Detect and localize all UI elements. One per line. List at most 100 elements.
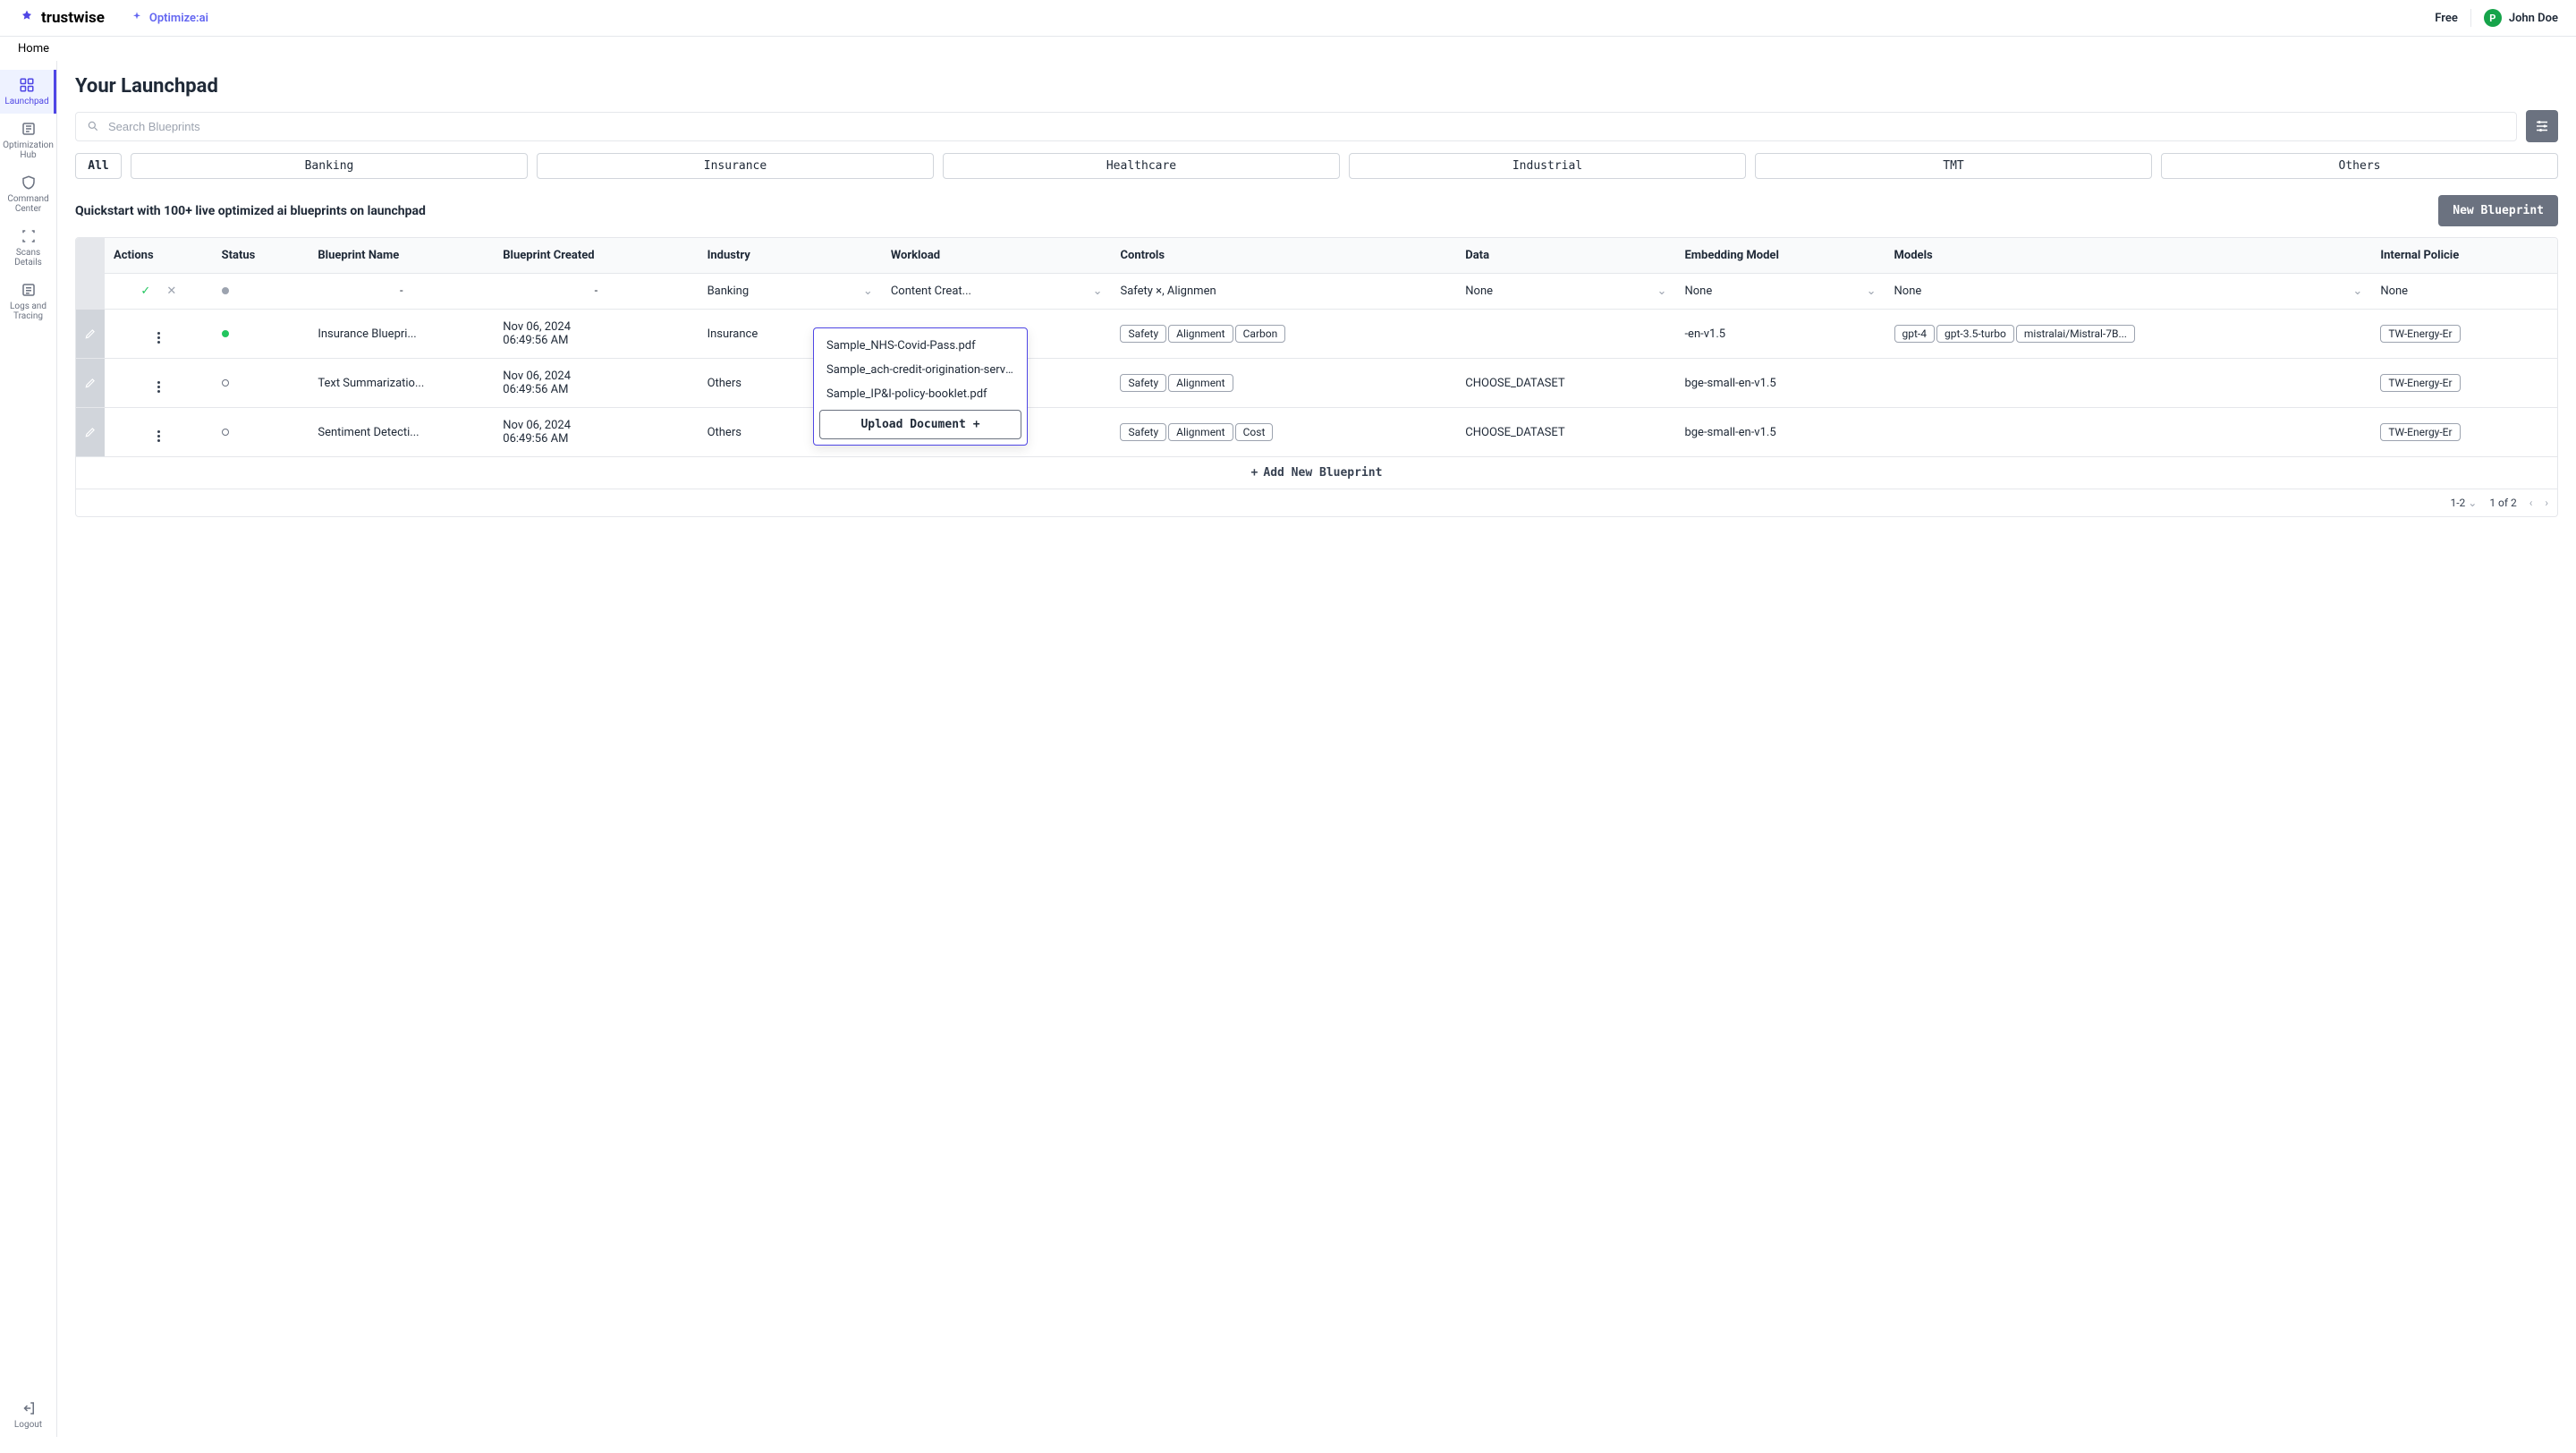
status-cell (213, 310, 309, 359)
data-cell[interactable]: None⌄ (1456, 274, 1675, 310)
actions-cell[interactable] (105, 310, 213, 359)
user-menu[interactable]: P John Doe (2484, 9, 2558, 27)
name-cell: Insurance Bluepri... (309, 310, 494, 359)
confirm-icon[interactable]: ✓ (140, 285, 150, 298)
breadcrumb-home[interactable]: Home (18, 42, 49, 55)
col-models: Models (1885, 238, 2372, 274)
tab-insurance[interactable]: Insurance (537, 153, 934, 179)
search-input[interactable] (108, 120, 2505, 133)
tab-healthcare[interactable]: Healthcare (943, 153, 1340, 179)
status-ring (222, 379, 229, 387)
quickstart-title: Quickstart with 100+ live optimized ai b… (75, 204, 426, 218)
sidebar-item-command-center[interactable]: Command Center (0, 167, 56, 221)
topbar-right: Free P John Doe (2435, 9, 2558, 27)
status-dot-green (222, 330, 229, 337)
chevron-down-icon: ⌄ (2468, 497, 2477, 509)
sidebar-item-label: Optimization Hub (3, 140, 54, 160)
created-cell: - (494, 274, 698, 310)
chevron-down-icon: ⌄ (1093, 285, 1103, 298)
chevron-down-icon: ⌄ (1657, 285, 1667, 298)
controls-cell[interactable]: Safety ×, Alignmen (1111, 274, 1456, 310)
scan-icon (21, 228, 37, 244)
table-scroll[interactable]: Actions Status Blueprint Name Blueprint … (76, 238, 2557, 489)
tab-all[interactable]: All (75, 153, 122, 179)
sparkle-icon (130, 11, 144, 25)
policies-cell: TW-Energy-Er (2371, 310, 2557, 359)
actions-cell[interactable] (105, 408, 213, 457)
add-blueprint-row[interactable]: +Add New Blueprint (76, 457, 2557, 489)
actions-cell[interactable] (105, 359, 213, 408)
page-next-button[interactable]: › (2545, 497, 2548, 509)
workload-cell[interactable]: Content Creat...⌄ (882, 274, 1112, 310)
breadcrumb: Home (0, 37, 2576, 61)
dropdown-item[interactable]: Sample_IP&I-policy-booklet.pdf (819, 382, 1021, 406)
table-wrap: Actions Status Blueprint Name Blueprint … (75, 237, 2558, 517)
page-prev-button[interactable]: ‹ (2529, 497, 2533, 509)
brand-logo[interactable]: trustwise (18, 9, 105, 27)
created-cell: Nov 06, 202406:49:56 AM (494, 359, 698, 408)
row-handle (76, 274, 105, 310)
category-tabs: All Banking Insurance Healthcare Industr… (75, 153, 2558, 179)
data-cell (1456, 310, 1675, 359)
col-data: Data (1456, 238, 1675, 274)
cancel-icon[interactable]: ✕ (166, 285, 176, 298)
sidebar-item-logout[interactable]: Logout (0, 1393, 56, 1437)
optimize-ai-link[interactable]: Optimize:ai (130, 11, 208, 25)
avatar: P (2484, 9, 2502, 27)
topbar-left: trustwise Optimize:ai (18, 9, 208, 27)
embedding-cell[interactable]: None⌄ (1675, 274, 1885, 310)
more-icon (157, 381, 160, 393)
dropdown-item[interactable]: Sample_NHS-Covid-Pass.pdf (819, 334, 1021, 358)
launchpad-icon (19, 77, 35, 93)
plan-badge: Free (2435, 12, 2458, 25)
tab-banking[interactable]: Banking (131, 153, 528, 179)
models-cell[interactable]: None⌄ (1885, 274, 2372, 310)
col-embedding: Embedding Model (1675, 238, 1885, 274)
dropdown-item[interactable]: Sample_ach-credit-origination-services.p… (819, 358, 1021, 382)
pencil-icon (84, 377, 97, 389)
search-row (75, 110, 2558, 142)
industry-cell[interactable]: Banking⌄ (699, 274, 882, 310)
sidebar-item-label: Command Center (4, 194, 53, 214)
chevron-down-icon: ⌄ (1867, 285, 1877, 298)
controls-cell: SafetyAlignmentCost (1111, 408, 1456, 457)
models-cell (1885, 359, 2372, 408)
more-icon (157, 430, 160, 442)
sidebar-item-launchpad[interactable]: Launchpad (0, 70, 56, 114)
sidebar-item-scans-details[interactable]: Scans Details (0, 221, 56, 275)
pencil-icon (84, 426, 97, 438)
plus-icon: + (1251, 466, 1258, 480)
table-header-row: Actions Status Blueprint Name Blueprint … (76, 238, 2557, 274)
name-cell: Sentiment Detecti... (309, 408, 494, 457)
page-of: 1 of 2 (2489, 497, 2516, 509)
sidebar-item-label: Logs and Tracing (4, 302, 53, 321)
policies-cell: TW-Energy-Er (2371, 408, 2557, 457)
row-handle[interactable] (76, 408, 105, 457)
shield-icon (21, 174, 37, 191)
search-box[interactable] (75, 112, 2517, 141)
created-cell: Nov 06, 202406:49:56 AM (494, 310, 698, 359)
sidebar-item-optimization-hub[interactable]: Optimization Hub (0, 114, 56, 167)
row-handle[interactable] (76, 310, 105, 359)
pencil-icon (84, 327, 97, 340)
data-cell: CHOOSE_DATASET (1456, 359, 1675, 408)
new-blueprint-button[interactable]: New Blueprint (2438, 195, 2558, 226)
tab-industrial[interactable]: Industrial (1349, 153, 1746, 179)
name-cell: - (309, 274, 494, 310)
col-name: Blueprint Name (309, 238, 494, 274)
policies-cell[interactable]: None (2371, 274, 2557, 310)
filter-button[interactable] (2526, 110, 2558, 142)
col-handle (76, 238, 105, 274)
blueprints-table: Actions Status Blueprint Name Blueprint … (76, 238, 2557, 489)
tab-tmt[interactable]: TMT (1755, 153, 2152, 179)
quickstart-row: Quickstart with 100+ live optimized ai b… (75, 195, 2558, 226)
sidebar-item-logs-tracing[interactable]: Logs and Tracing (0, 275, 56, 328)
tab-others[interactable]: Others (2161, 153, 2558, 179)
page-range[interactable]: 1-2 ⌄ (2450, 497, 2477, 509)
row-handle[interactable] (76, 359, 105, 408)
page-title: Your Launchpad (75, 75, 2558, 98)
optimization-icon (21, 121, 37, 137)
upload-document-button[interactable]: Upload Document + (819, 410, 1021, 439)
logout-icon (21, 1400, 37, 1416)
actions-cell: ✓ ✕ (105, 274, 213, 310)
